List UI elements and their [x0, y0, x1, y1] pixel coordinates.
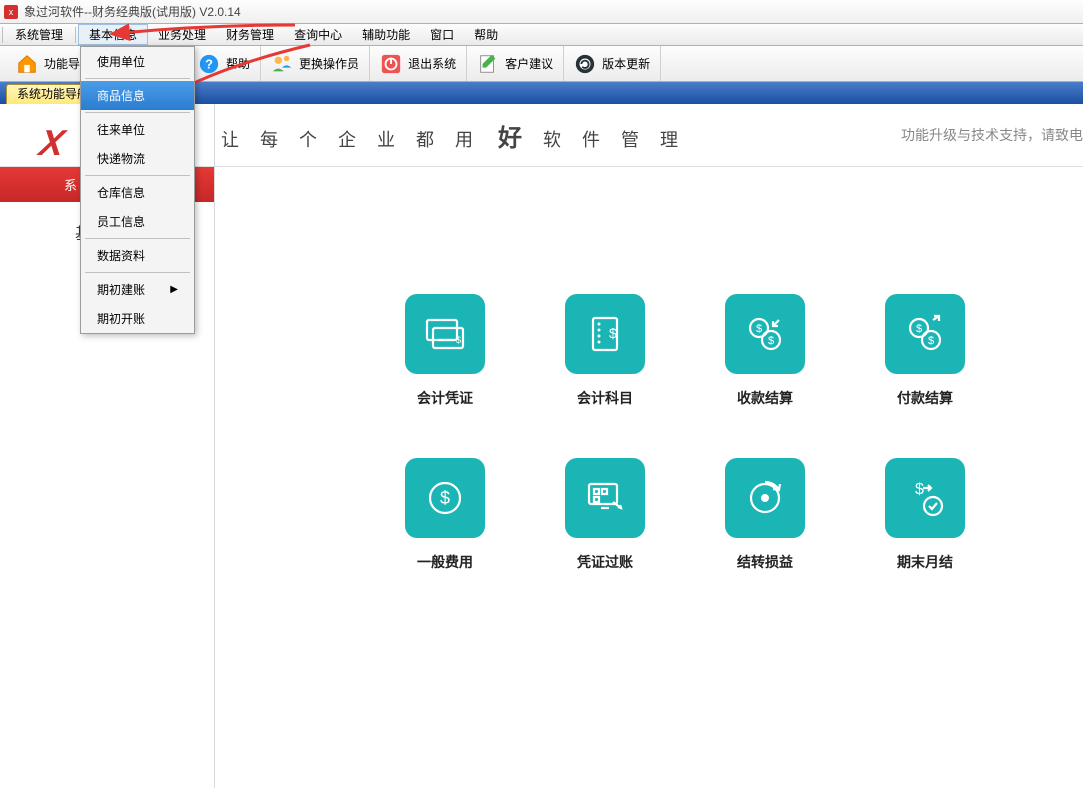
- dd-separator: [85, 175, 190, 176]
- tb-help-label: 帮助: [226, 55, 250, 72]
- dd-product-info[interactable]: 商品信息: [81, 81, 194, 110]
- tb-feedback[interactable]: 客户建议: [467, 46, 564, 81]
- svg-text:$: $: [756, 323, 762, 335]
- banner: 让 每 个 企 业 都 用 好 软 件 管 理 功能升级与技术支持，请致电: [215, 104, 1083, 167]
- tile-receive-label: 收款结算: [737, 388, 793, 408]
- update-icon: [574, 53, 596, 75]
- chevron-right-icon: ▶: [170, 284, 178, 295]
- dd-separator: [85, 238, 190, 239]
- menu-finance[interactable]: 财务管理: [216, 24, 284, 45]
- tile-voucher[interactable]: $ 会计凭证: [385, 294, 505, 408]
- app-icon: x: [4, 5, 18, 19]
- banner-text: 让 每 个 企 业 都 用 好 软 件 管 理: [221, 118, 686, 153]
- dd-data[interactable]: 数据资料: [81, 241, 194, 270]
- banner-text-big: 好: [498, 125, 526, 152]
- menu-bar: 系统管理 基本信息 业务处理 财务管理 查询中心 辅助功能 窗口 帮助: [0, 24, 1083, 46]
- dd-warehouse[interactable]: 仓库信息: [81, 178, 194, 207]
- tile-expense[interactable]: $ 一般费用: [385, 458, 505, 572]
- svg-text:$: $: [928, 335, 934, 347]
- window-title: 象过河软件--财务经典版(试用版) V2.0.14: [24, 3, 241, 20]
- tb-update[interactable]: 版本更新: [564, 46, 661, 81]
- banner-text-b: 软 件 管 理: [543, 130, 686, 150]
- menu-aux[interactable]: 辅助功能: [352, 24, 420, 45]
- coins-in-icon: $$: [741, 310, 789, 358]
- tile-expense-label: 一般费用: [417, 552, 473, 572]
- banner-text-a: 让 每 个 企 业 都 用: [221, 130, 481, 150]
- menu-query[interactable]: 查询中心: [284, 24, 352, 45]
- svg-text:$: $: [440, 488, 450, 508]
- tb-switch-user[interactable]: 更换操作员: [261, 46, 370, 81]
- svg-text:$: $: [916, 323, 922, 335]
- tile-post[interactable]: 凭证过账: [545, 458, 665, 572]
- menu-separator: [75, 27, 76, 43]
- book-icon: $: [581, 310, 629, 358]
- main-panel: 让 每 个 企 业 都 用 好 软 件 管 理 功能升级与技术支持，请致电 $ …: [215, 104, 1083, 788]
- user-swap-icon: [271, 53, 293, 75]
- sidebar-red-label: 系: [64, 175, 77, 194]
- tile-month-end-label: 期末月结: [897, 552, 953, 572]
- svg-text:$: $: [915, 481, 924, 498]
- title-bar: x 象过河软件--财务经典版(试用版) V2.0.14: [0, 0, 1083, 24]
- dd-express[interactable]: 快递物流: [81, 144, 194, 173]
- tile-grid: $ 会计凭证 $ 会计科目 $$ 收款结算 $$ 付款结算 $ 一般费用 凭证过…: [385, 294, 985, 572]
- dd-init-open[interactable]: 期初开账: [81, 304, 194, 333]
- svg-text:$: $: [768, 335, 774, 347]
- note-icon: [477, 53, 499, 75]
- tb-update-label: 版本更新: [602, 55, 650, 72]
- tb-switch-user-label: 更换操作员: [299, 55, 359, 72]
- home-icon: [16, 53, 38, 75]
- menu-help[interactable]: 帮助: [464, 24, 508, 45]
- month-end-icon: $: [901, 474, 949, 522]
- tb-exit-label: 退出系统: [408, 55, 456, 72]
- coins-out-icon: $$: [901, 310, 949, 358]
- tb-help[interactable]: ? 帮助: [188, 46, 261, 81]
- menu-separator: [2, 27, 3, 43]
- svg-text:?: ?: [205, 56, 213, 71]
- tile-subject-label: 会计科目: [577, 388, 633, 408]
- banner-right: 功能升级与技术支持，请致电: [901, 125, 1083, 145]
- tile-receive[interactable]: $$ 收款结算: [705, 294, 825, 408]
- menu-window[interactable]: 窗口: [420, 24, 464, 45]
- menu-business[interactable]: 业务处理: [148, 24, 216, 45]
- coin-icon: $: [421, 474, 469, 522]
- tile-voucher-label: 会计凭证: [417, 388, 473, 408]
- dd-staff[interactable]: 员工信息: [81, 207, 194, 236]
- voucher-icon: $: [421, 310, 469, 358]
- svg-text:$: $: [609, 325, 617, 341]
- cycle-icon: [741, 474, 789, 522]
- tile-post-label: 凭证过账: [577, 552, 633, 572]
- tb-feedback-label: 客户建议: [505, 55, 553, 72]
- tile-subject[interactable]: $ 会计科目: [545, 294, 665, 408]
- dd-init-build-label: 期初建账: [97, 281, 145, 298]
- tile-month-end[interactable]: $ 期末月结: [865, 458, 985, 572]
- tb-exit[interactable]: 退出系统: [370, 46, 467, 81]
- tile-carry-label: 结转损益: [737, 552, 793, 572]
- menu-system[interactable]: 系统管理: [5, 24, 73, 45]
- svg-text:$: $: [456, 335, 461, 345]
- menu-basic-info[interactable]: 基本信息: [78, 24, 148, 45]
- dd-separator: [85, 112, 190, 113]
- tile-pay[interactable]: $$ 付款结算: [865, 294, 985, 408]
- tile-carry[interactable]: 结转损益: [705, 458, 825, 572]
- dd-use-unit[interactable]: 使用单位: [81, 47, 194, 76]
- power-icon: [380, 53, 402, 75]
- dd-partner-unit[interactable]: 往来单位: [81, 115, 194, 144]
- tile-pay-label: 付款结算: [897, 388, 953, 408]
- help-icon: ?: [198, 53, 220, 75]
- logo-icon: X: [36, 122, 67, 164]
- dd-separator: [85, 272, 190, 273]
- dd-separator: [85, 78, 190, 79]
- screen-icon: [581, 474, 629, 522]
- dropdown-basic-info: 使用单位 商品信息 往来单位 快递物流 仓库信息 员工信息 数据资料 期初建账 …: [80, 46, 195, 334]
- dd-init-build[interactable]: 期初建账 ▶: [81, 275, 194, 304]
